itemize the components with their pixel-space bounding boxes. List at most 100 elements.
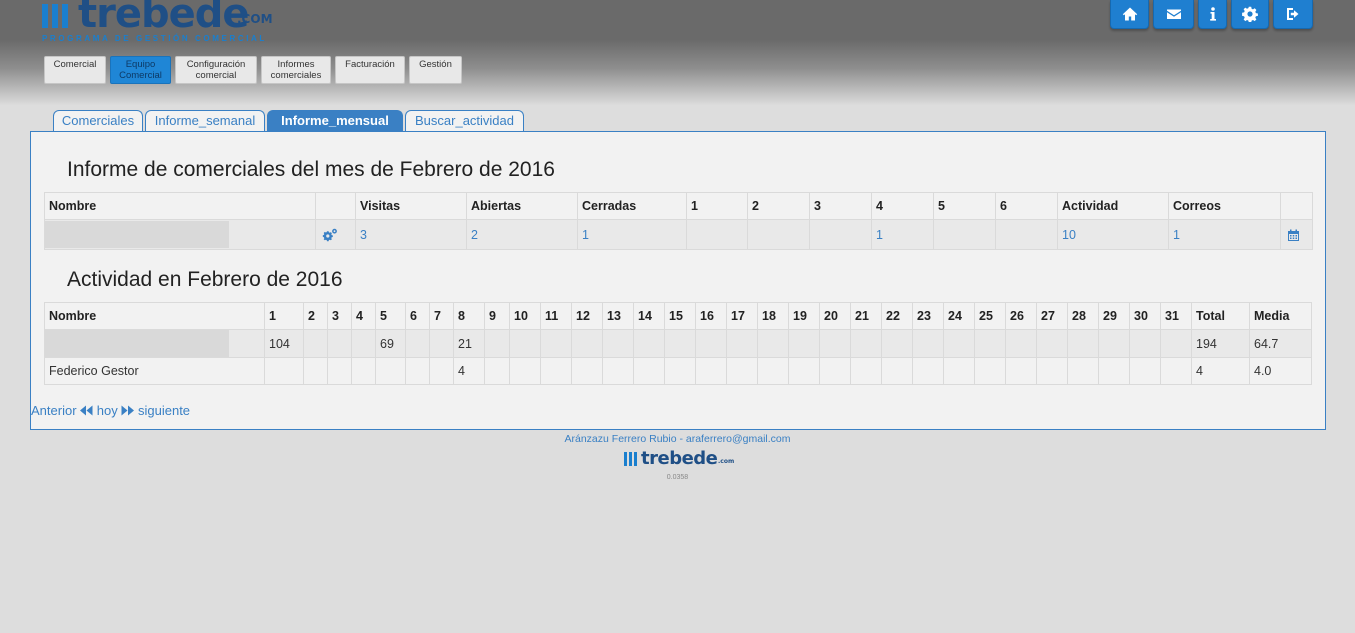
day-cell: [351, 329, 376, 358]
media-cell: 64.7: [1249, 329, 1312, 358]
content-panel: Informe de comerciales del mes de Febrer…: [30, 131, 1326, 430]
day-cell: [484, 357, 510, 385]
cerradas-cell[interactable]: 1: [577, 219, 687, 250]
day-cell: [571, 357, 603, 385]
menu-equipo-comercial[interactable]: Equipo Comercial: [110, 56, 171, 84]
day-cell: [405, 357, 430, 385]
tab-informe-mensual[interactable]: Informe_mensual: [267, 110, 403, 132]
day-cell: [303, 357, 328, 385]
col-header: 17: [726, 302, 758, 330]
footer-version: 0.0358: [666, 474, 689, 481]
visitas-link[interactable]: 3: [360, 228, 367, 242]
actividad-cell[interactable]: 10: [1057, 219, 1169, 250]
col-header: Total: [1191, 302, 1250, 330]
mail-button[interactable]: [1153, 0, 1194, 29]
col-header: Nombre: [44, 302, 265, 330]
cogs-icon[interactable]: [322, 228, 338, 242]
today-link[interactable]: hoy: [97, 403, 118, 418]
col-header: 24: [943, 302, 975, 330]
col-header: 12: [571, 302, 603, 330]
menu-label: Gestión: [419, 59, 452, 70]
tab-informe-semanal[interactable]: Informe_semanal: [145, 110, 265, 132]
c4-link[interactable]: 1: [876, 228, 883, 242]
home-icon: [1122, 7, 1137, 21]
day-cell: [1067, 329, 1099, 358]
redacted-name: [45, 221, 229, 248]
prev-link[interactable]: Anterior: [31, 403, 77, 418]
day-cell: [264, 357, 304, 385]
col-header: 21: [850, 302, 882, 330]
col-header: 3: [327, 302, 352, 330]
forward-icon[interactable]: [121, 405, 135, 416]
correos-link[interactable]: 1: [1173, 228, 1180, 242]
footer-logo-suffix: .com: [718, 458, 735, 465]
col-header: 10: [509, 302, 541, 330]
c6-cell: [995, 219, 1058, 250]
actividad-link[interactable]: 10: [1062, 228, 1076, 242]
col-header: 7: [429, 302, 454, 330]
c2-cell: [747, 219, 810, 250]
calendar-icon[interactable]: [1287, 229, 1300, 242]
menu-label: Facturación: [345, 59, 395, 70]
col-header: 4: [351, 302, 376, 330]
home-button[interactable]: [1110, 0, 1149, 29]
menu-informes-comerciales[interactable]: Informes comerciales: [261, 56, 331, 84]
tab-buscar-actividad[interactable]: Buscar_actividad: [405, 110, 524, 132]
day-cell: [974, 329, 1006, 358]
abiertas-cell[interactable]: 2: [466, 219, 578, 250]
day-cell: [429, 357, 454, 385]
name-cell: Federico Gestor: [44, 357, 265, 385]
footer-author[interactable]: Aránzazu Ferrero Rubio - araferrero@gmai…: [0, 433, 1355, 445]
col-header: 29: [1098, 302, 1130, 330]
col-header: 26: [1005, 302, 1037, 330]
day-cell: [757, 357, 789, 385]
report-table: Nombre Visitas Abiertas Cerradas 1 2 3 4…: [44, 192, 1313, 250]
day-cell: [1005, 329, 1037, 358]
col-header: 6: [995, 192, 1058, 220]
day-cell: [327, 357, 352, 385]
c4-cell[interactable]: 1: [871, 219, 934, 250]
menu-label: Configuración: [186, 59, 246, 70]
table-header-row: Nombre Visitas Abiertas Cerradas 1 2 3 4…: [44, 192, 1313, 220]
day-cell: [943, 357, 975, 385]
day-cell: 21: [453, 329, 485, 358]
col-header: 30: [1129, 302, 1161, 330]
menu-label: comercial: [195, 70, 237, 81]
col-header: 31: [1160, 302, 1192, 330]
footer-logo-word: trebede: [641, 448, 718, 469]
cerradas-link[interactable]: 1: [582, 228, 589, 242]
day-cell: [405, 329, 430, 358]
next-link[interactable]: siguiente: [138, 403, 190, 418]
info-button[interactable]: [1198, 0, 1227, 29]
abiertas-link[interactable]: 2: [471, 228, 478, 242]
day-cell: [726, 329, 758, 358]
col-header: Nombre: [44, 192, 316, 220]
day-cell: 69: [375, 329, 406, 358]
day-cell: [850, 329, 882, 358]
day-cell: [484, 329, 510, 358]
day-cell: [819, 357, 851, 385]
correos-cell[interactable]: 1: [1168, 219, 1281, 250]
col-header: Media: [1249, 302, 1312, 330]
col-header: 1: [686, 192, 748, 220]
backward-icon[interactable]: [80, 405, 93, 416]
day-cell: [327, 329, 352, 358]
day-cell: [303, 329, 328, 358]
day-cell: [819, 329, 851, 358]
col-header: Correos: [1168, 192, 1281, 220]
menu-facturacion[interactable]: Facturación: [335, 56, 405, 84]
logout-button[interactable]: [1273, 0, 1313, 29]
day-cell: [695, 357, 727, 385]
table-row: Federico Gestor 4 4 4.0: [44, 357, 1312, 385]
tab-comerciales[interactable]: Comerciales: [53, 110, 143, 132]
menu-gestion[interactable]: Gestión: [409, 56, 462, 84]
day-cell: [1129, 329, 1161, 358]
menu-comercial[interactable]: Comercial: [44, 56, 106, 84]
day-cell: [788, 357, 820, 385]
settings-button[interactable]: [1231, 0, 1269, 29]
day-cell: [429, 329, 454, 358]
menu-configuracion-comercial[interactable]: Configuración comercial: [175, 56, 257, 84]
logo-tagline: PROGRAMA DE GESTIÓN COMERCIAL: [42, 34, 267, 43]
visitas-cell[interactable]: 3: [355, 219, 467, 250]
header-bar: trebede .COM PROGRAMA DE GESTIÓN COMERCI…: [0, 0, 1355, 105]
